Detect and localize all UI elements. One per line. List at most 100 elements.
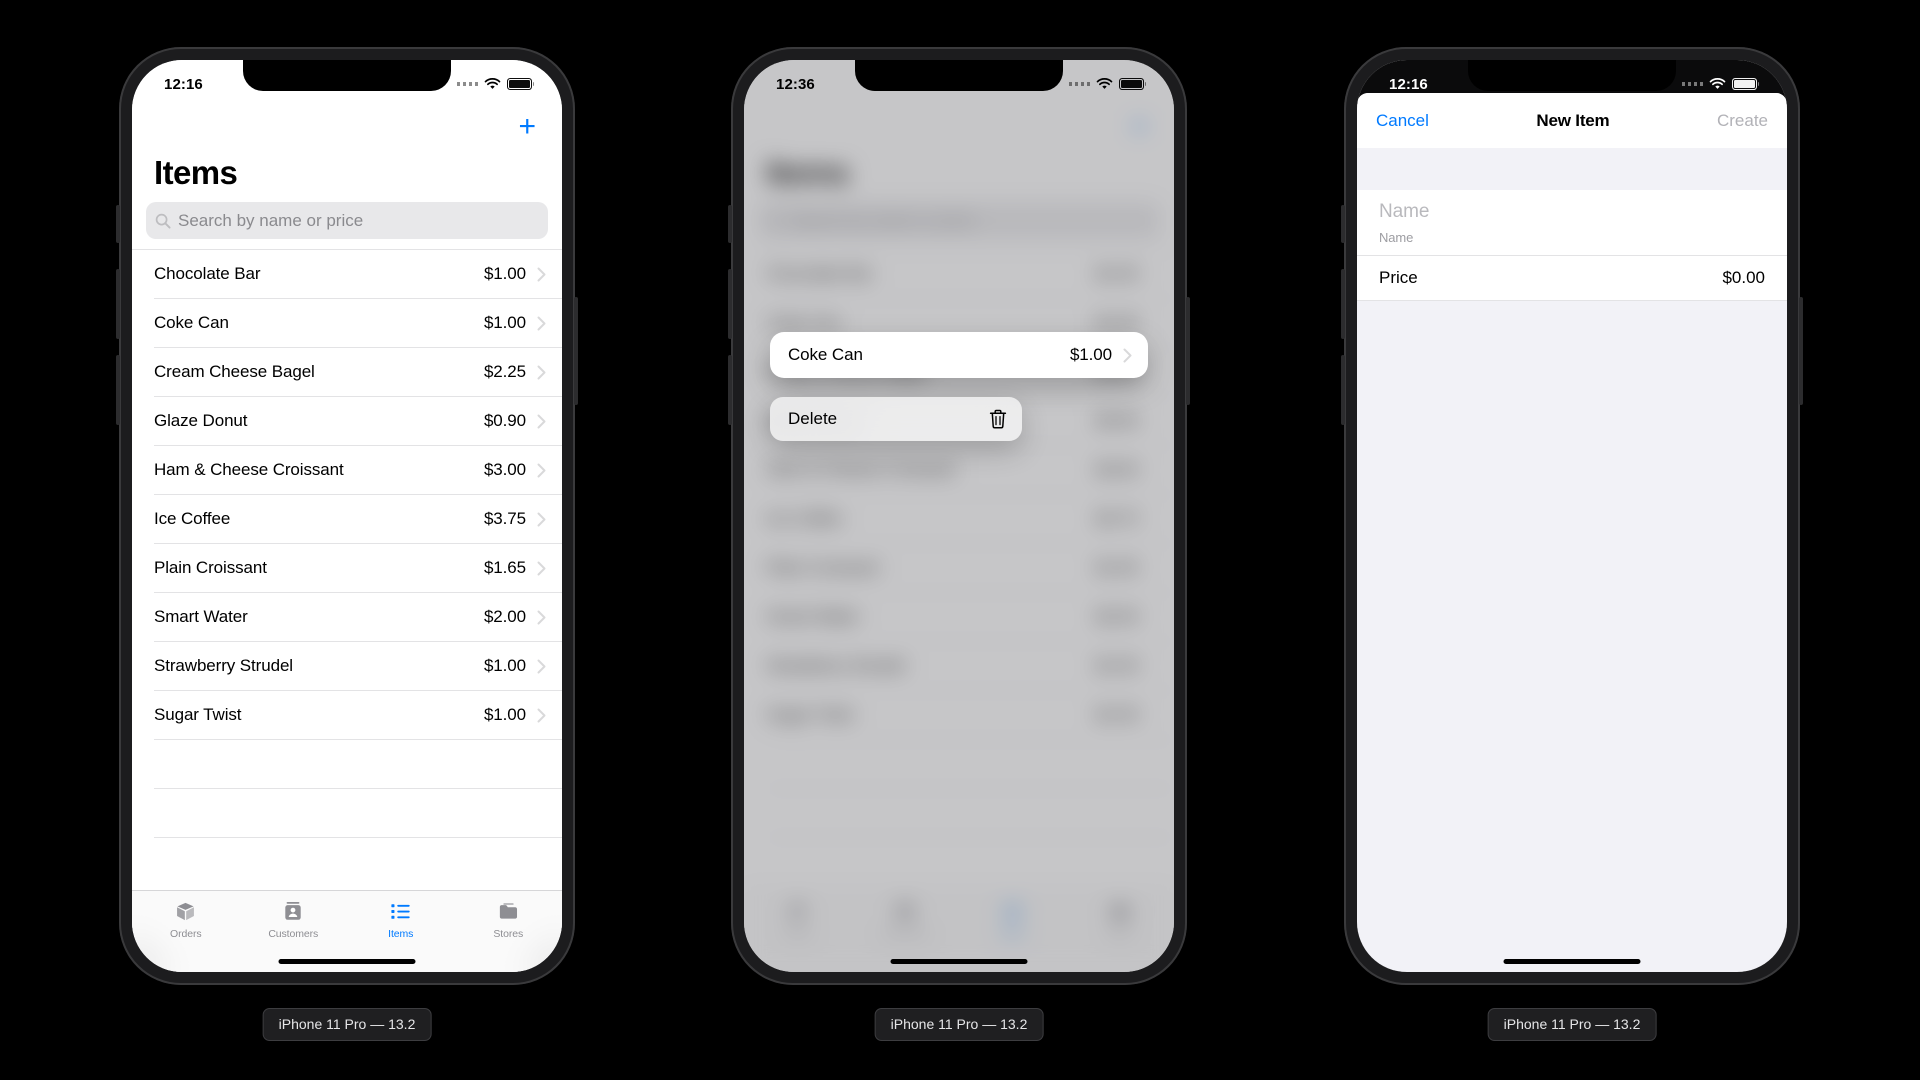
- cellular-dots-icon: [456, 82, 478, 86]
- device-caption: iPhone 11 Pro — 13.2: [1487, 1008, 1657, 1041]
- wifi-icon: [484, 78, 501, 90]
- home-indicator[interactable]: [278, 959, 416, 964]
- box-icon: [174, 898, 197, 924]
- table-row[interactable]: Ham & Cheese Croissant $3.00: [154, 446, 562, 495]
- silent-switch[interactable]: [1341, 205, 1345, 243]
- tab-label: Stores: [493, 928, 524, 940]
- device-phone-items-list: + Items Search by name or price Chocolat…: [116, 47, 578, 985]
- home-indicator[interactable]: [1503, 959, 1641, 964]
- chevron-right-icon: [537, 267, 546, 282]
- volume-down-button[interactable]: [728, 355, 732, 425]
- context-menu-dim-overlay[interactable]: [744, 60, 1174, 972]
- volume-up-button[interactable]: [116, 269, 120, 339]
- name-field-row[interactable]: Name Name: [1357, 190, 1787, 256]
- trash-icon: [988, 408, 1008, 430]
- item-price: $3.00: [483, 460, 526, 479]
- volume-up-button[interactable]: [728, 269, 732, 339]
- tab-orders[interactable]: Orders: [132, 898, 240, 940]
- volume-up-button[interactable]: [1341, 269, 1345, 339]
- power-button[interactable]: [1799, 297, 1803, 405]
- table-row[interactable]: Smart Water $2.00: [154, 593, 562, 642]
- tab-customers[interactable]: Customers: [240, 898, 348, 940]
- item-price: $1.00: [1069, 345, 1112, 364]
- item-name: Glaze Donut: [154, 411, 248, 430]
- tab-stores[interactable]: Stores: [455, 898, 563, 940]
- chevron-right-icon: [537, 414, 546, 429]
- tab-label: Items: [388, 928, 414, 940]
- power-button[interactable]: [1186, 297, 1190, 405]
- search-bar[interactable]: Search by name or price: [132, 198, 562, 249]
- tab-label: Orders: [170, 928, 202, 940]
- item-price: $2.25: [483, 362, 526, 381]
- volume-down-button[interactable]: [1341, 355, 1345, 425]
- device-phone-new-item: Cancel New Item Create Name Name Price $…: [1341, 47, 1803, 985]
- list-bullet-icon: [389, 898, 412, 924]
- chevron-right-icon: [537, 463, 546, 478]
- item-price: $1.65: [483, 558, 526, 577]
- chevron-right-icon: [537, 659, 546, 674]
- tab-label: Customers: [268, 928, 319, 940]
- home-indicator[interactable]: [890, 959, 1028, 964]
- create-button[interactable]: Create: [1717, 111, 1768, 131]
- items-list-screen: + Items Search by name or price Chocolat…: [132, 60, 562, 972]
- search-field[interactable]: Search by name or price: [146, 202, 548, 239]
- folder-icon: [497, 898, 520, 924]
- status-indicators: [1681, 74, 1760, 90]
- context-menu: Coke Can $1.00 Delete: [770, 332, 1148, 441]
- item-name: Smart Water: [154, 607, 248, 626]
- table-row[interactable]: Ice Coffee $3.75: [154, 495, 562, 544]
- tab-items[interactable]: Items: [347, 898, 455, 940]
- power-button[interactable]: [574, 297, 578, 405]
- page-title: Items: [154, 154, 238, 191]
- search-icon: [155, 213, 171, 229]
- table-row[interactable]: Cream Cheese Bagel $2.25: [154, 348, 562, 397]
- item-price: $2.00: [483, 607, 526, 626]
- add-item-button[interactable]: +: [132, 104, 562, 142]
- battery-icon: [1119, 78, 1147, 90]
- table-row[interactable]: Chocolate Bar $1.00: [154, 250, 562, 299]
- chevron-right-icon: [537, 365, 546, 380]
- table-row[interactable]: Strawberry Strudel $1.00: [154, 642, 562, 691]
- battery-icon: [1732, 78, 1760, 90]
- item-price: $1.00: [483, 313, 526, 332]
- table-row[interactable]: Glaze Donut $0.90: [154, 397, 562, 446]
- cancel-button[interactable]: Cancel: [1376, 111, 1429, 131]
- table-row[interactable]: Sugar Twist $1.00: [154, 691, 562, 740]
- item-name: Sugar Twist: [154, 705, 242, 724]
- chevron-right-icon: [537, 610, 546, 625]
- simulator-stage: + Items Search by name or price Chocolat…: [0, 0, 1920, 1080]
- silent-switch[interactable]: [728, 205, 732, 243]
- modal-title: New Item: [1536, 110, 1610, 130]
- context-menu-preview[interactable]: Coke Can $1.00: [770, 332, 1148, 378]
- status-time: 12:16: [164, 75, 203, 93]
- person-card-icon: [282, 898, 304, 924]
- search-input[interactable]: Search by name or price: [178, 211, 363, 231]
- screen-items-list: + Items Search by name or price Chocolat…: [132, 60, 562, 972]
- item-name: Cream Cheese Bagel: [154, 362, 315, 381]
- new-item-form: Name Name Price $0.00: [1357, 190, 1787, 301]
- delete-menu-item[interactable]: Delete: [770, 397, 1022, 441]
- wifi-icon: [1709, 78, 1726, 90]
- screen-new-item: Cancel New Item Create Name Name Price $…: [1357, 60, 1787, 972]
- item-price: $1.00: [483, 705, 526, 724]
- chevron-right-icon: [537, 708, 546, 723]
- cellular-dots-icon: [1068, 82, 1090, 86]
- silent-switch[interactable]: [116, 205, 120, 243]
- new-item-modal: Cancel New Item Create Name Name Price $…: [1357, 93, 1787, 972]
- item-name: Coke Can: [154, 313, 229, 332]
- price-field-row[interactable]: Price $0.00: [1357, 256, 1787, 301]
- status-time: 12:36: [776, 75, 815, 93]
- item-name: Chocolate Bar: [154, 264, 261, 283]
- name-input[interactable]: Name: [1379, 201, 1765, 223]
- item-name: Ice Coffee: [154, 509, 231, 528]
- device-phone-context-menu: + Items Search by name or price Chocolat…: [728, 47, 1190, 985]
- battery-icon: [507, 78, 535, 90]
- price-value[interactable]: $0.00: [1722, 268, 1765, 288]
- table-row[interactable]: Plain Croissant $1.65: [154, 544, 562, 593]
- table-row[interactable]: Coke Can $1.00: [154, 299, 562, 348]
- context-menu-actions: Delete: [770, 397, 1022, 441]
- chevron-right-icon: [537, 316, 546, 331]
- price-label: Price: [1379, 268, 1418, 287]
- chevron-right-icon: [1123, 348, 1132, 363]
- volume-down-button[interactable]: [116, 355, 120, 425]
